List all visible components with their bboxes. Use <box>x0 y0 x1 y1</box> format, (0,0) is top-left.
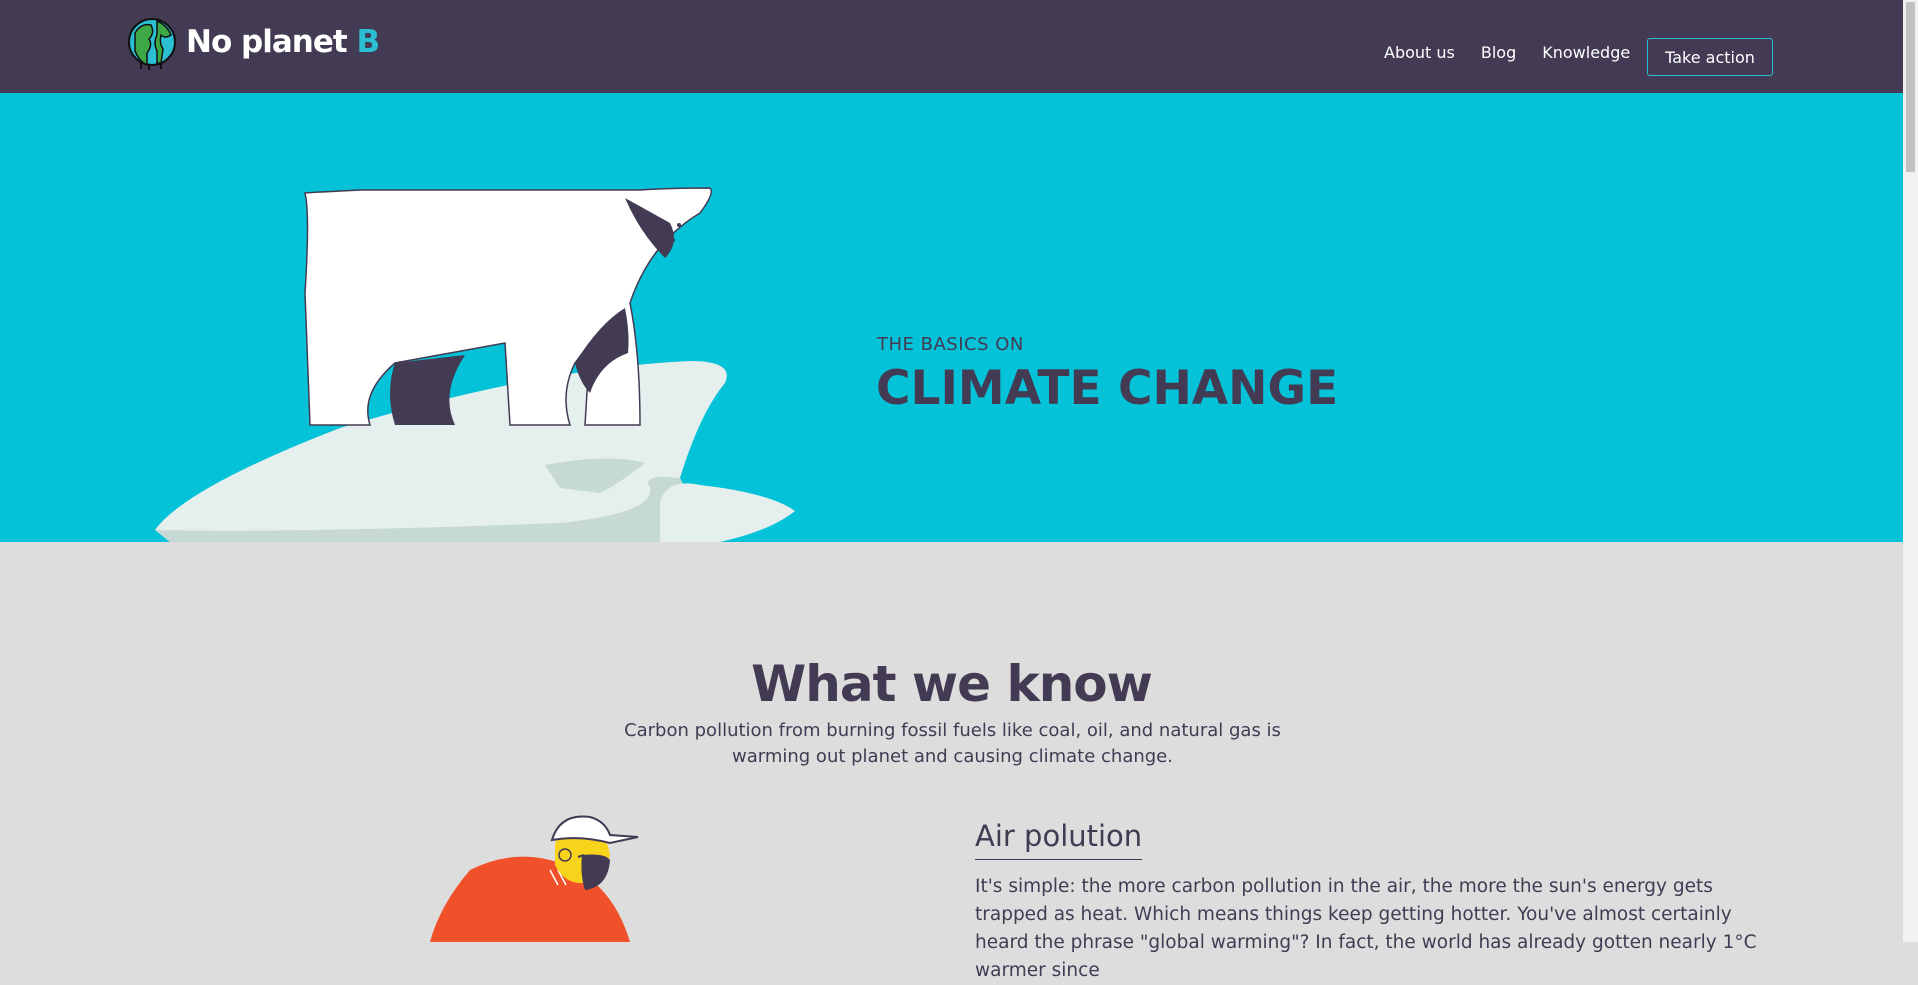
site-logo[interactable]: No planet B <box>127 13 380 71</box>
logo-text-main: No planet <box>186 24 357 60</box>
page-scrollbar[interactable] <box>1903 0 1918 942</box>
top-navbar: No planet B About us Blog Knowledge Take… <box>0 0 1903 93</box>
nav-knowledge-link[interactable]: Knowledge <box>1542 43 1630 63</box>
nav-about-us-link[interactable]: About us <box>1384 43 1455 63</box>
hero-kicker: THE BASICS ON <box>877 334 1024 355</box>
topic-text: It's simple: the more carbon pollution i… <box>975 876 1757 981</box>
logo-wordmark: No planet B <box>186 24 380 60</box>
take-action-button[interactable]: Take action <box>1647 38 1773 76</box>
nav-blog-link[interactable]: Blog <box>1481 43 1516 63</box>
globe-logo-icon <box>128 18 176 70</box>
logo-text-accent: B <box>356 24 380 60</box>
section-title: What we know <box>751 655 1153 713</box>
hero-title: CLIMATE CHANGE <box>876 361 1339 416</box>
person-illustration <box>430 815 639 942</box>
scrollbar-thumb[interactable] <box>1906 2 1915 172</box>
topic-title: Air polution <box>975 816 1143 860</box>
section-description: Carbon pollution from burning fossil fue… <box>624 720 1281 767</box>
main-nav: About us Blog Knowledge <box>1384 43 1656 63</box>
hero-section: THE BASICS ON CLIMATE CHANGE <box>0 93 1903 542</box>
polar-bear-illustration <box>155 187 795 542</box>
